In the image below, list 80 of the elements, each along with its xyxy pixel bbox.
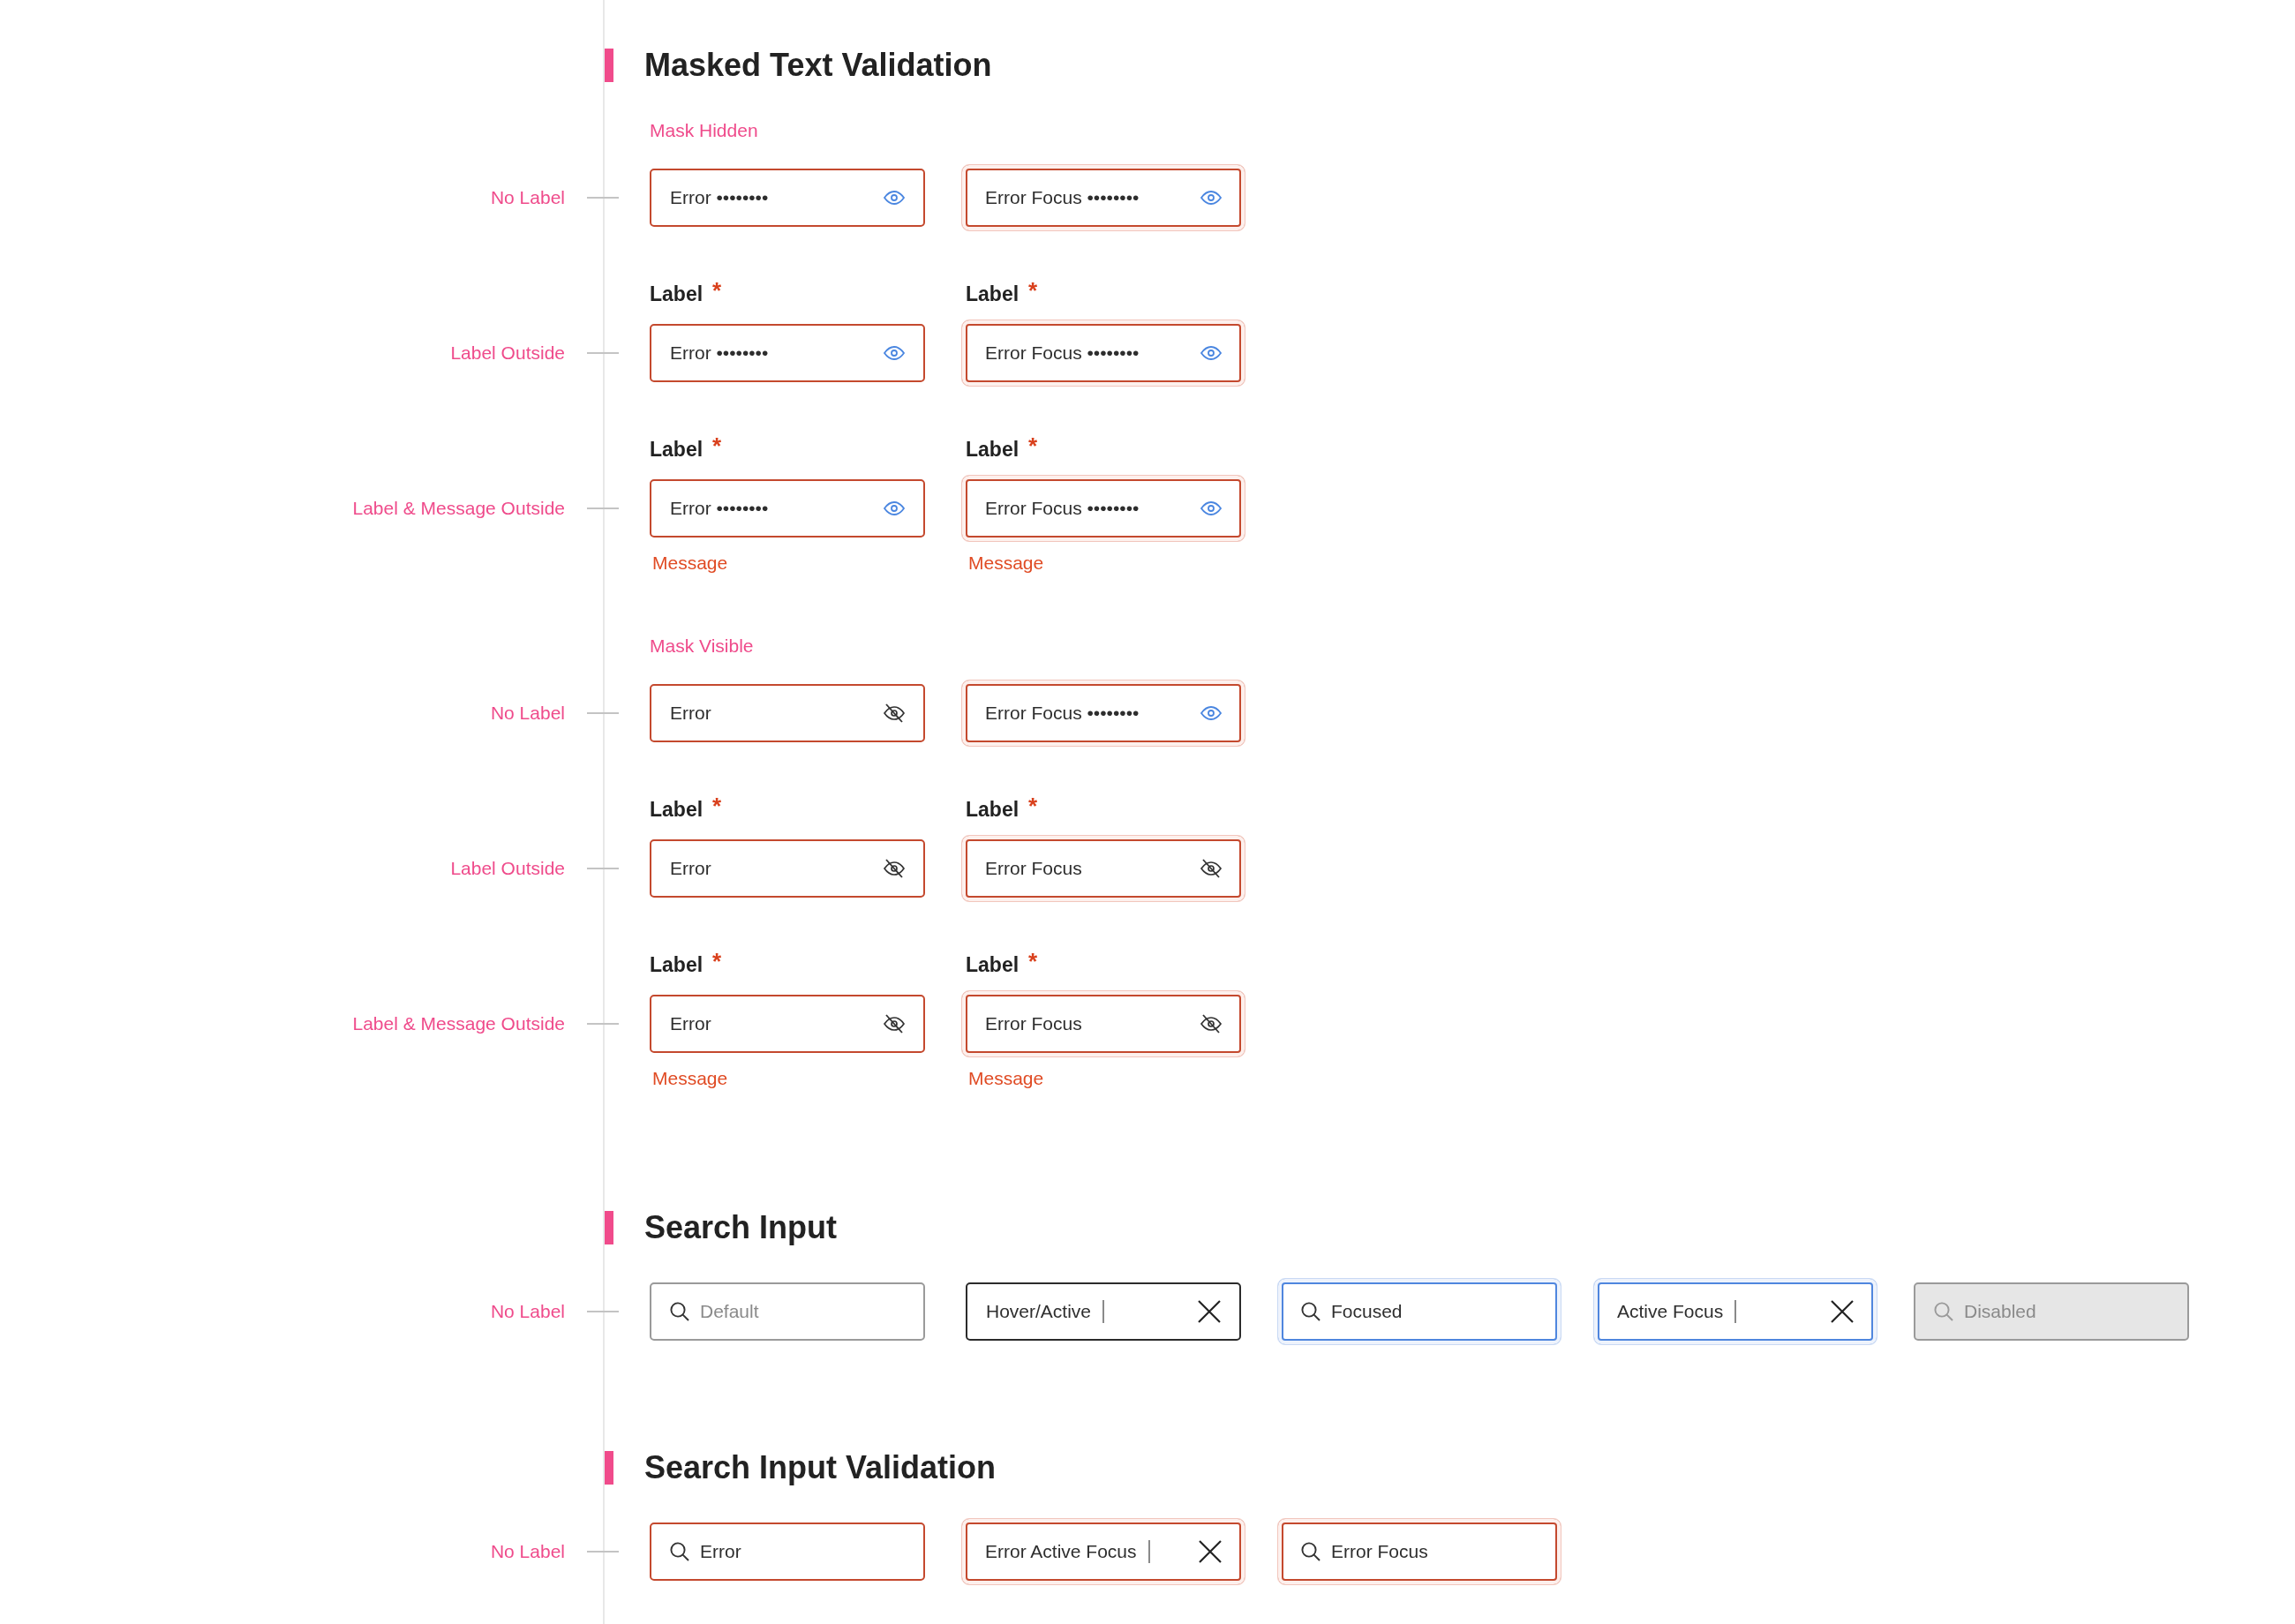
- row-label: Label & Message Outside: [352, 497, 566, 520]
- field-label: Label: [650, 437, 704, 462]
- error-message: Message: [968, 553, 1044, 574]
- heading-marker-icon: [605, 1211, 613, 1244]
- clear-icon[interactable]: [1831, 1300, 1854, 1323]
- eye-slash-icon[interactable]: [884, 703, 905, 723]
- eye-icon[interactable]: [884, 191, 905, 205]
- search-field[interactable]: Active Focus: [1593, 1278, 1877, 1345]
- row-label: Label & Message Outside: [352, 1012, 566, 1035]
- text-cursor-icon: [1102, 1300, 1105, 1323]
- search-field[interactable]: Focused: [1277, 1278, 1561, 1345]
- eye-icon[interactable]: [884, 346, 905, 360]
- required-mark: *: [712, 434, 722, 457]
- connector-line: [587, 352, 619, 354]
- error-message: Message: [652, 1068, 728, 1089]
- required-mark: *: [1028, 434, 1038, 457]
- error-message: Message: [968, 1068, 1044, 1089]
- field-label: Label: [650, 952, 704, 978]
- eye-icon[interactable]: [884, 501, 905, 515]
- eye-icon[interactable]: [1200, 501, 1222, 515]
- section-title: Search Input: [644, 1210, 838, 1245]
- required-mark: *: [1028, 950, 1038, 973]
- required-mark: *: [712, 794, 722, 817]
- connector-line: [587, 712, 619, 714]
- group-title: Mask Visible: [650, 635, 754, 657]
- eye-icon[interactable]: [1200, 191, 1222, 205]
- password-field[interactable]: Error Focus ••••••••: [961, 680, 1245, 747]
- required-mark: *: [712, 950, 722, 973]
- connector-line: [587, 1023, 619, 1025]
- connector-line: [587, 508, 619, 509]
- text-cursor-icon: [1734, 1300, 1737, 1323]
- search-field[interactable]: Error Focus: [1277, 1518, 1561, 1585]
- password-field[interactable]: Error Focus ••••••••: [961, 320, 1245, 387]
- heading-marker-icon: [605, 49, 613, 82]
- field-label: Label: [966, 437, 1020, 462]
- field-label: Label: [650, 282, 704, 307]
- field-label: Label: [966, 952, 1020, 978]
- password-field[interactable]: Error Focus: [961, 990, 1245, 1057]
- required-mark: *: [712, 279, 722, 302]
- text-cursor-icon: [1148, 1540, 1150, 1563]
- connector-line: [587, 197, 619, 199]
- eye-icon[interactable]: [1200, 706, 1222, 720]
- password-field[interactable]: Error Focus ••••••••: [961, 164, 1245, 231]
- heading-marker-icon: [605, 1451, 613, 1485]
- row-label: No Label: [490, 1300, 566, 1323]
- field-label: Label: [650, 797, 704, 823]
- eye-icon[interactable]: [1200, 346, 1222, 360]
- password-field[interactable]: Error Focus: [961, 835, 1245, 902]
- password-field[interactable]: Error: [650, 839, 925, 898]
- password-field[interactable]: Error ••••••••: [650, 324, 925, 382]
- error-message: Message: [652, 553, 728, 574]
- section-title: Search Input Validation: [644, 1450, 997, 1485]
- eye-slash-icon[interactable]: [1200, 1014, 1222, 1034]
- password-field[interactable]: Error ••••••••: [650, 169, 925, 227]
- connector-line: [587, 1551, 619, 1553]
- required-mark: *: [1028, 279, 1038, 302]
- row-label: No Label: [490, 1540, 566, 1563]
- field-label: Label: [966, 282, 1020, 307]
- password-field[interactable]: Error Focus ••••••••: [961, 475, 1245, 542]
- search-field[interactable]: Error: [650, 1522, 925, 1581]
- connector-line: [587, 868, 619, 869]
- clear-icon[interactable]: [1198, 1300, 1221, 1323]
- eye-slash-icon[interactable]: [1200, 859, 1222, 878]
- search-field[interactable]: Hover/Active: [966, 1282, 1241, 1341]
- group-title: Mask Hidden: [650, 120, 758, 141]
- required-mark: *: [1028, 794, 1038, 817]
- field-label: Label: [966, 797, 1020, 823]
- row-label: No Label: [490, 702, 566, 725]
- clear-icon[interactable]: [1199, 1540, 1222, 1563]
- search-field[interactable]: Error Active Focus: [961, 1518, 1245, 1585]
- section-title: Masked Text Validation: [644, 48, 992, 83]
- row-label: Label Outside: [450, 857, 566, 880]
- password-field[interactable]: Error: [650, 684, 925, 742]
- eye-slash-icon[interactable]: [884, 859, 905, 878]
- connector-line: [587, 1311, 619, 1312]
- row-label: Label Outside: [450, 342, 566, 365]
- row-label: No Label: [490, 186, 566, 209]
- eye-slash-icon[interactable]: [884, 1014, 905, 1034]
- password-field[interactable]: Error ••••••••: [650, 479, 925, 538]
- password-field[interactable]: Error: [650, 995, 925, 1053]
